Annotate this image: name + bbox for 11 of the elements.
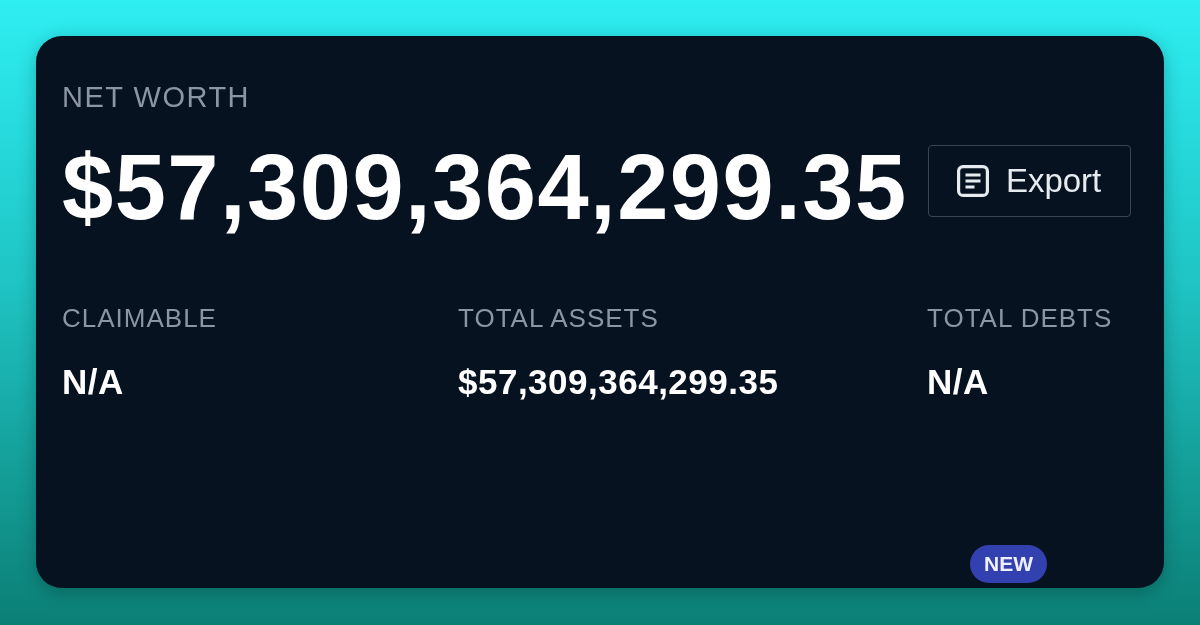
stat-value: N/A <box>62 362 124 402</box>
new-badge: NEW <box>970 545 1047 583</box>
stat-label: TOTAL DEBTS <box>927 303 1113 333</box>
stat-label: TOTAL ASSETS <box>458 303 659 333</box>
net-worth-value: $57,309,364,299.35 <box>62 135 908 239</box>
export-button[interactable]: Export <box>927 145 1131 217</box>
stat-label: CLAIMABLE <box>62 303 217 333</box>
stat-value: N/A <box>927 362 989 402</box>
document-icon <box>956 165 989 197</box>
card-title: NET WORTH <box>62 81 251 113</box>
stat-value: $57,309,364,299.35 <box>458 362 779 402</box>
